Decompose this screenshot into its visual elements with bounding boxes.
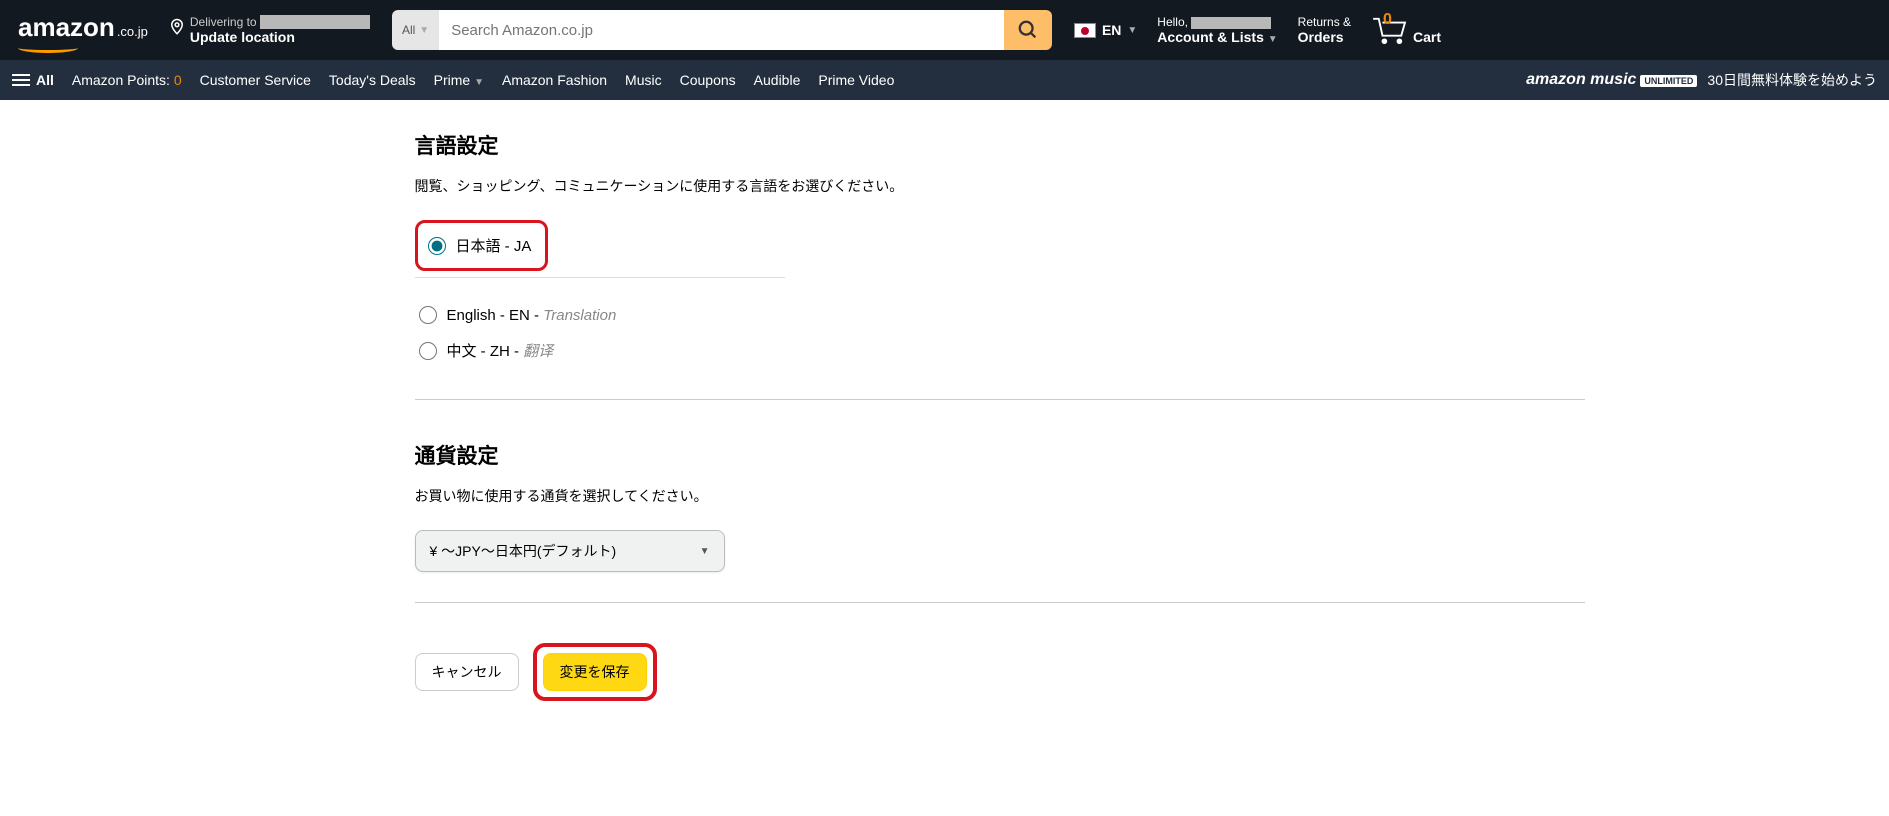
hello-label: Hello, (1157, 15, 1188, 29)
language-option-suffix: Translation (543, 307, 616, 324)
top-navbar: amazon.co.jp Delivering to Update locati… (0, 0, 1889, 60)
highlight-save-button: 変更を保存 (533, 643, 657, 701)
nav-amazon-points[interactable]: Amazon Points: 0 (72, 72, 182, 88)
redacted-name (1191, 17, 1271, 29)
music-promo[interactable]: amazon musicUNLIMITED 30日間無料体験を始めよう (1526, 70, 1877, 90)
section-divider (415, 602, 1585, 603)
nav-prime[interactable]: Prime ▼ (434, 72, 484, 88)
returns-orders[interactable]: Returns & Orders (1290, 11, 1359, 49)
account-lists-label: Account & Lists (1157, 29, 1264, 45)
logo-domain: .co.jp (117, 24, 148, 39)
nav-audible[interactable]: Audible (754, 72, 801, 88)
currency-settings-section: 通貨設定 お買い物に使用する通貨を選択してください。 ¥ ～JPY～日本円(デフ… (415, 440, 1585, 572)
cart-link[interactable]: 0 Cart (1363, 11, 1449, 49)
redacted-location (260, 15, 370, 29)
nav-coupons[interactable]: Coupons (680, 72, 736, 88)
search-icon (1017, 19, 1039, 41)
currency-selected-label: ¥ ～JPY～日本円(デフォルト) (430, 541, 617, 561)
chevron-down-icon: ▼ (700, 546, 710, 557)
deliver-to[interactable]: Delivering to Update location (160, 11, 378, 50)
language-desc: 閲覧、ショッピング、コミュニケーションに使用する言語をお選びください。 (415, 176, 1585, 196)
language-selector[interactable]: EN ▼ (1066, 18, 1145, 42)
amazon-smile-icon (18, 43, 78, 53)
location-pin-icon (168, 18, 186, 41)
sub-navbar: All Amazon Points: 0 Customer Service To… (0, 60, 1889, 100)
save-button[interactable]: 変更を保存 (543, 653, 647, 691)
language-option-ja[interactable]: 日本語 - JA (424, 227, 536, 264)
search-button[interactable] (1004, 10, 1052, 50)
nav-amazon-fashion[interactable]: Amazon Fashion (502, 72, 607, 88)
chevron-down-icon: ▼ (474, 77, 484, 88)
flag-jp-icon (1074, 23, 1096, 38)
search-input[interactable] (439, 10, 1004, 50)
chevron-down-icon: ▼ (1268, 34, 1278, 45)
main-content: 言語設定 閲覧、ショッピング、コミュニケーションに使用する言語をお選びください。… (285, 100, 1605, 741)
nav-music[interactable]: Music (625, 72, 662, 88)
currency-dropdown[interactable]: ¥ ～JPY～日本円(デフォルト) ▼ (415, 530, 725, 572)
radio-zh[interactable] (419, 342, 437, 360)
language-heading: 言語設定 (415, 130, 1585, 160)
logo-text: amazon (18, 12, 115, 43)
nav-prime-video[interactable]: Prime Video (818, 72, 894, 88)
highlight-selected-language: 日本語 - JA (415, 220, 549, 271)
cancel-button[interactable]: キャンセル (415, 653, 519, 691)
language-option-label: 日本語 - JA (456, 235, 532, 256)
chevron-down-icon: ▼ (419, 25, 429, 36)
language-settings-section: 言語設定 閲覧、ショッピング、コミュニケーションに使用する言語をお選びください。… (415, 130, 1585, 369)
hamburger-icon (12, 74, 30, 86)
language-option-en[interactable]: English - EN - Translation (415, 298, 1585, 332)
points-count: 0 (174, 72, 182, 88)
returns-label: Returns & (1298, 15, 1351, 29)
radio-en[interactable] (419, 306, 437, 324)
search-category-dropdown[interactable]: All ▼ (392, 10, 439, 50)
chevron-down-icon: ▼ (1127, 25, 1137, 36)
language-option-suffix: 翻译 (523, 343, 553, 360)
currency-heading: 通貨設定 (415, 440, 1585, 470)
points-label: Amazon Points: (72, 72, 170, 88)
orders-label: Orders (1298, 29, 1351, 45)
radio-ja[interactable] (428, 237, 446, 255)
account-menu[interactable]: Hello, Account & Lists ▼ (1149, 11, 1285, 49)
delivering-to-label: Delivering to (190, 15, 257, 29)
search-bar: All ▼ (392, 10, 1052, 50)
language-option-label: English - EN - (447, 307, 544, 324)
currency-desc: お買い物に使用する通貨を選択してください。 (415, 486, 1585, 506)
all-menu-button[interactable]: All (12, 72, 54, 88)
nav-todays-deals[interactable]: Today's Deals (329, 72, 416, 88)
language-option-zh[interactable]: 中文 - ZH - 翻译 (415, 332, 1585, 369)
all-label: All (36, 72, 54, 88)
language-option-label: 中文 - ZH - (447, 343, 524, 360)
language-radio-group: 日本語 - JA English - EN - Translation 中文 -… (415, 220, 1585, 369)
action-buttons: キャンセル 変更を保存 (415, 643, 1585, 701)
amazon-music-logo: amazon musicUNLIMITED (1526, 71, 1697, 89)
separator (415, 277, 785, 278)
update-location-label: Update location (190, 29, 370, 45)
cart-label: Cart (1413, 29, 1441, 45)
cart-count: 0 (1383, 11, 1392, 29)
language-label: EN (1102, 22, 1121, 38)
search-category-label: All (402, 23, 415, 37)
section-divider (415, 399, 1585, 400)
music-promo-text: 30日間無料体験を始めよう (1707, 70, 1877, 90)
nav-customer-service[interactable]: Customer Service (200, 72, 311, 88)
amazon-logo[interactable]: amazon.co.jp (10, 8, 156, 53)
